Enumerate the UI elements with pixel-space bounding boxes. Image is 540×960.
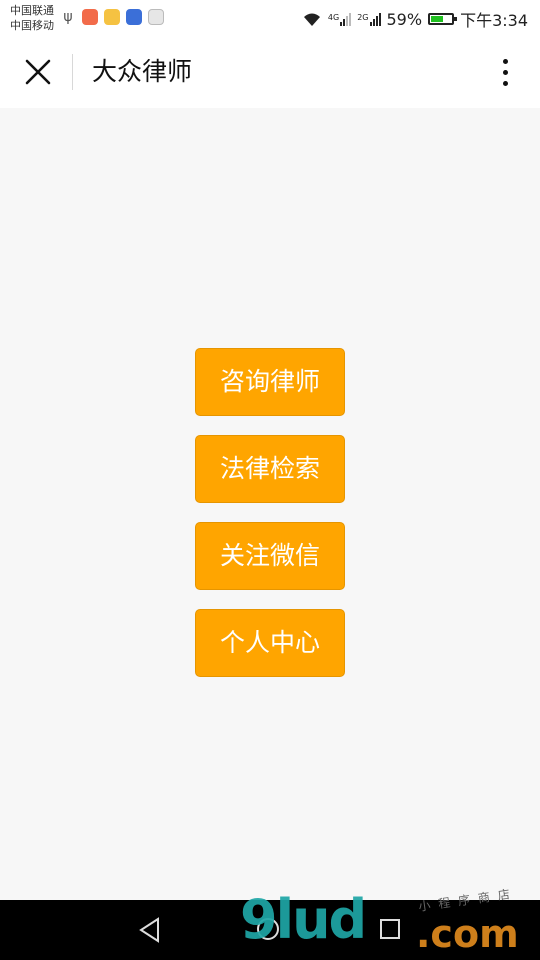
main-menu: 咨询律师 法律检索 关注微信 个人中心	[195, 348, 345, 696]
legal-search-button[interactable]: 法律检索	[195, 435, 345, 503]
status-right: 4G 2G 59% 下午3:34	[302, 7, 528, 31]
status-bar: 中国联通 中国移动 ψ 4G 2G 59% 下午3:34	[0, 0, 540, 36]
baidu-icon	[126, 9, 142, 25]
title-bar: 大众律师	[0, 36, 540, 108]
usb-icon: ψ	[63, 9, 73, 25]
carrier-1: 中国联通	[10, 4, 54, 17]
battery-icon	[428, 13, 458, 25]
signal-1-icon: 4G	[327, 12, 352, 26]
system-nav-bar	[0, 900, 540, 960]
weibo-icon	[104, 9, 120, 25]
carrier-2: 中国移动	[10, 19, 54, 32]
more-dot-icon	[502, 80, 508, 86]
title-divider	[72, 54, 73, 90]
network-2-label: 2G	[357, 12, 369, 22]
personal-center-button[interactable]: 个人中心	[195, 609, 345, 677]
maps-icon	[148, 9, 164, 25]
carrier-info: 中国联通 中国移动	[10, 3, 54, 33]
back-icon[interactable]	[138, 917, 162, 943]
signal-2-icon: 2G	[357, 12, 381, 26]
clock: 下午3:34	[460, 11, 528, 30]
close-button[interactable]	[16, 50, 60, 94]
page-title: 大众律师	[92, 57, 193, 86]
notification-icons: ψ	[60, 9, 164, 25]
consult-lawyer-button[interactable]: 咨询律师	[195, 348, 345, 416]
close-icon	[25, 59, 51, 85]
battery-fill	[431, 16, 443, 22]
recent-apps-icon[interactable]	[380, 919, 400, 939]
network-1-label: 4G	[327, 12, 340, 22]
more-dot-icon	[502, 69, 508, 75]
follow-wechat-button[interactable]: 关注微信	[195, 522, 345, 590]
favorites-icon	[82, 9, 98, 25]
wifi-icon	[303, 13, 320, 26]
more-options-button[interactable]	[490, 54, 520, 90]
battery-percent: 59%	[386, 9, 423, 29]
home-icon[interactable]	[257, 918, 279, 940]
more-dot-icon	[502, 58, 508, 64]
